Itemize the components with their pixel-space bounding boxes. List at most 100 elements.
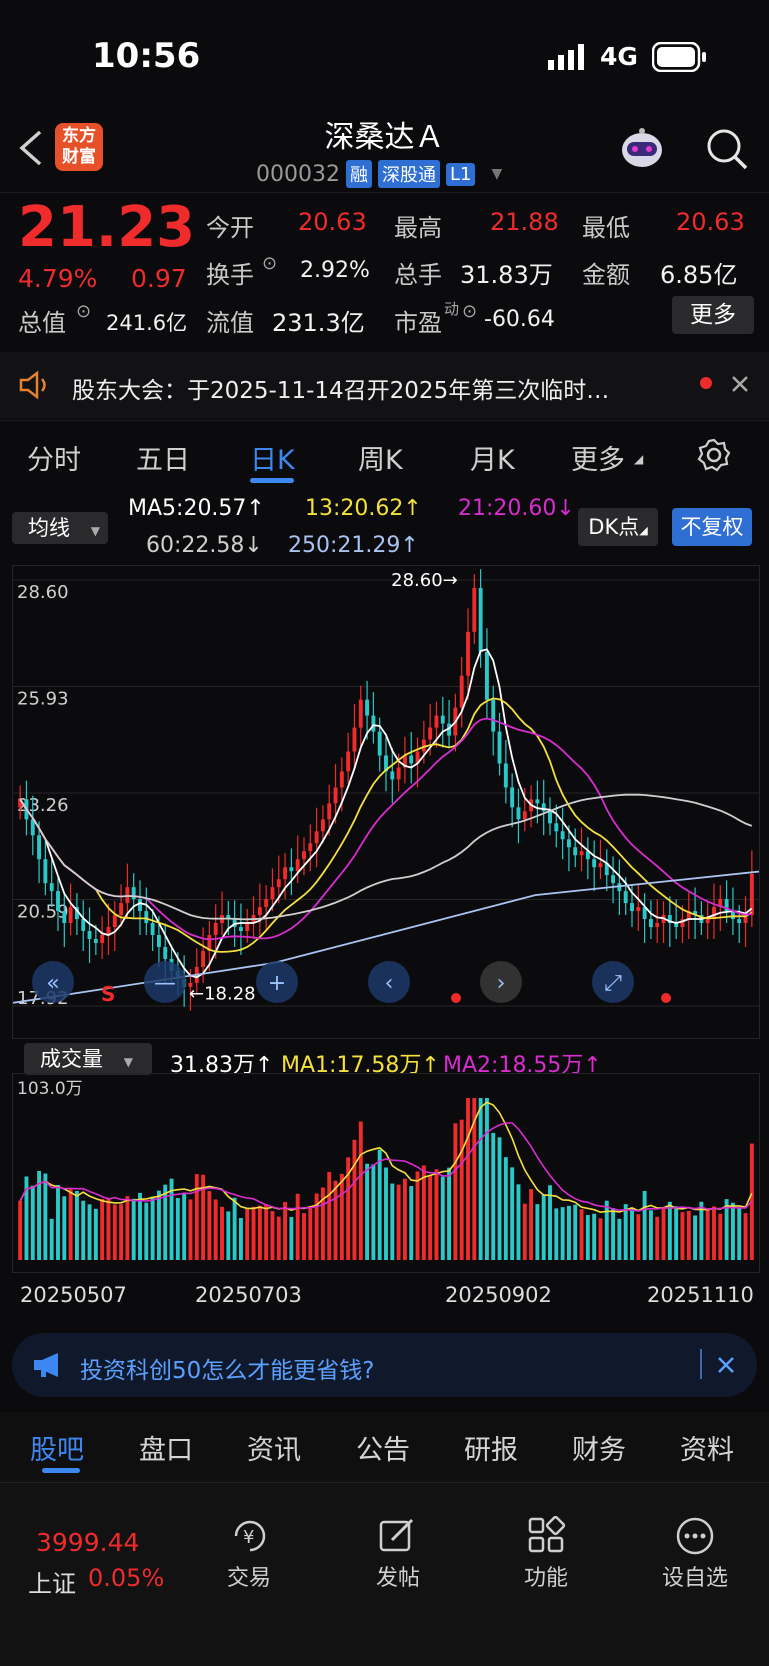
tab-weekly-k[interactable]: 周K xyxy=(358,438,403,477)
index-change: 0.05% xyxy=(88,1564,165,1592)
unread-dot xyxy=(700,377,712,389)
tab-monthly-k[interactable]: 月K xyxy=(470,438,515,477)
tab-profile[interactable]: 资料 xyxy=(680,1428,734,1467)
change-value: 0.97 xyxy=(131,264,187,293)
volume-selector[interactable]: 成交量 ▼ xyxy=(24,1043,152,1075)
tab-intraday[interactable]: 分时 xyxy=(27,438,81,477)
tab-more[interactable]: 更多 xyxy=(571,438,625,477)
high-value: 21.88 xyxy=(490,208,559,236)
candle xyxy=(295,859,300,872)
ma21-value: 21:20.60↓ xyxy=(458,496,575,521)
candle xyxy=(365,699,370,716)
volume-bar xyxy=(497,1137,502,1260)
volume-bar xyxy=(213,1199,218,1260)
volume-bar xyxy=(674,1206,679,1260)
yuan-exchange-icon[interactable]: ¥ xyxy=(228,1516,272,1556)
x-label-0: 20250507 xyxy=(20,1283,127,1307)
footer-trade-label[interactable]: 交易 xyxy=(194,1560,304,1592)
volume-bar xyxy=(377,1149,382,1260)
ad-divider xyxy=(700,1349,702,1379)
dk-label: DK点 xyxy=(588,515,640,539)
info-icon[interactable]: ⊙ xyxy=(262,253,277,274)
function-grid-icon[interactable] xyxy=(527,1516,567,1556)
ma60-line xyxy=(19,793,753,921)
candle xyxy=(264,899,269,908)
volume-bar xyxy=(220,1206,224,1260)
volume-chart[interactable]: 103.0万 xyxy=(12,1073,760,1273)
volume-bar xyxy=(623,1204,628,1260)
candle xyxy=(308,843,313,852)
footer-function-label[interactable]: 功能 xyxy=(491,1560,601,1592)
amount-value: 6.85亿 xyxy=(660,261,738,289)
candle xyxy=(119,903,124,916)
index-value[interactable]: 3999.44 xyxy=(36,1528,139,1557)
adjust-button[interactable]: 不复权 xyxy=(672,508,752,546)
close-icon[interactable] xyxy=(716,1355,736,1375)
candle xyxy=(56,891,60,912)
info-icon[interactable]: ⊙ xyxy=(462,301,477,322)
footer-post-label[interactable]: 发帖 xyxy=(343,1560,453,1592)
robot-assistant-icon[interactable] xyxy=(617,126,667,172)
dk-point-button[interactable]: DK点◢ xyxy=(578,508,658,546)
notice-text: 股东大会：于2025-11-14召开2025年第三次临时… xyxy=(72,378,610,404)
volume-bar xyxy=(592,1213,597,1260)
volume-bar xyxy=(648,1210,653,1260)
candle xyxy=(213,923,218,935)
gear-icon[interactable] xyxy=(697,438,731,472)
candle xyxy=(434,715,439,728)
tab-news[interactable]: 资讯 xyxy=(247,1428,301,1467)
close-icon[interactable] xyxy=(730,374,750,394)
volume-bar xyxy=(737,1207,742,1260)
candle xyxy=(579,851,584,856)
more-button[interactable]: 更多 xyxy=(672,296,754,334)
tab-five-day[interactable]: 五日 xyxy=(136,438,190,477)
stock-code-row[interactable]: 000032 融 深股通 L1 ▼ xyxy=(256,160,502,188)
tab-daily-k[interactable]: 日K xyxy=(250,438,295,477)
candle xyxy=(598,863,603,868)
candle xyxy=(503,763,508,788)
fullscreen-icon-glyph: ⤢ xyxy=(604,971,622,996)
candle xyxy=(497,731,502,764)
volume-bar xyxy=(491,1132,496,1260)
y-axis-label: 25.93 xyxy=(17,689,69,710)
double-left-icon-glyph: « xyxy=(46,971,59,996)
volume-bar xyxy=(56,1184,60,1260)
volume-bar xyxy=(302,1213,306,1260)
kline-chart[interactable]: 28.6025.9323.2620.5917.9228.60→←18.28S«—… xyxy=(12,565,760,1039)
candle xyxy=(440,715,445,724)
tab-guba[interactable]: 股吧 xyxy=(30,1428,84,1467)
volume-bar xyxy=(43,1173,48,1260)
tab-finance[interactable]: 财务 xyxy=(572,1428,626,1467)
pe-superscript: 动 xyxy=(444,300,460,318)
max-price-annotation: 28.60→ xyxy=(391,570,458,591)
high-label: 最高 xyxy=(394,214,442,242)
more-dots-icon[interactable] xyxy=(675,1516,715,1556)
footer-watchlist-label[interactable]: 设自选 xyxy=(640,1560,750,1592)
compose-icon[interactable] xyxy=(378,1516,418,1556)
volume-bar xyxy=(18,1200,23,1260)
tab-announcements[interactable]: 公告 xyxy=(356,1428,410,1467)
volume-bar xyxy=(131,1198,136,1260)
zoom-out-icon-glyph: — xyxy=(154,971,176,996)
mktcap-value: 241.6亿 xyxy=(106,311,188,335)
tab-pankou[interactable]: 盘口 xyxy=(139,1428,193,1467)
candle xyxy=(327,803,332,820)
ma-selector[interactable]: 均线 ▼ xyxy=(12,512,108,544)
volume-bar xyxy=(87,1204,92,1260)
turnover-label: 换手 xyxy=(206,261,254,289)
candle xyxy=(144,911,149,924)
candle xyxy=(516,807,521,820)
info-icon[interactable]: ⊙ xyxy=(76,301,91,322)
volume-bar xyxy=(503,1157,508,1260)
candle xyxy=(346,751,351,772)
volume-max-label: 103.0万 xyxy=(17,1079,83,1099)
float-value: 231.3亿 xyxy=(272,309,365,337)
volume-bar xyxy=(333,1180,338,1260)
search-icon[interactable] xyxy=(704,126,750,172)
tab-research[interactable]: 研报 xyxy=(464,1428,518,1467)
volume-bar xyxy=(207,1191,212,1260)
tab-more-caret-icon: ◢ xyxy=(634,452,644,466)
candle xyxy=(623,891,628,904)
candle xyxy=(352,727,357,752)
open-value: 20.63 xyxy=(298,208,367,236)
